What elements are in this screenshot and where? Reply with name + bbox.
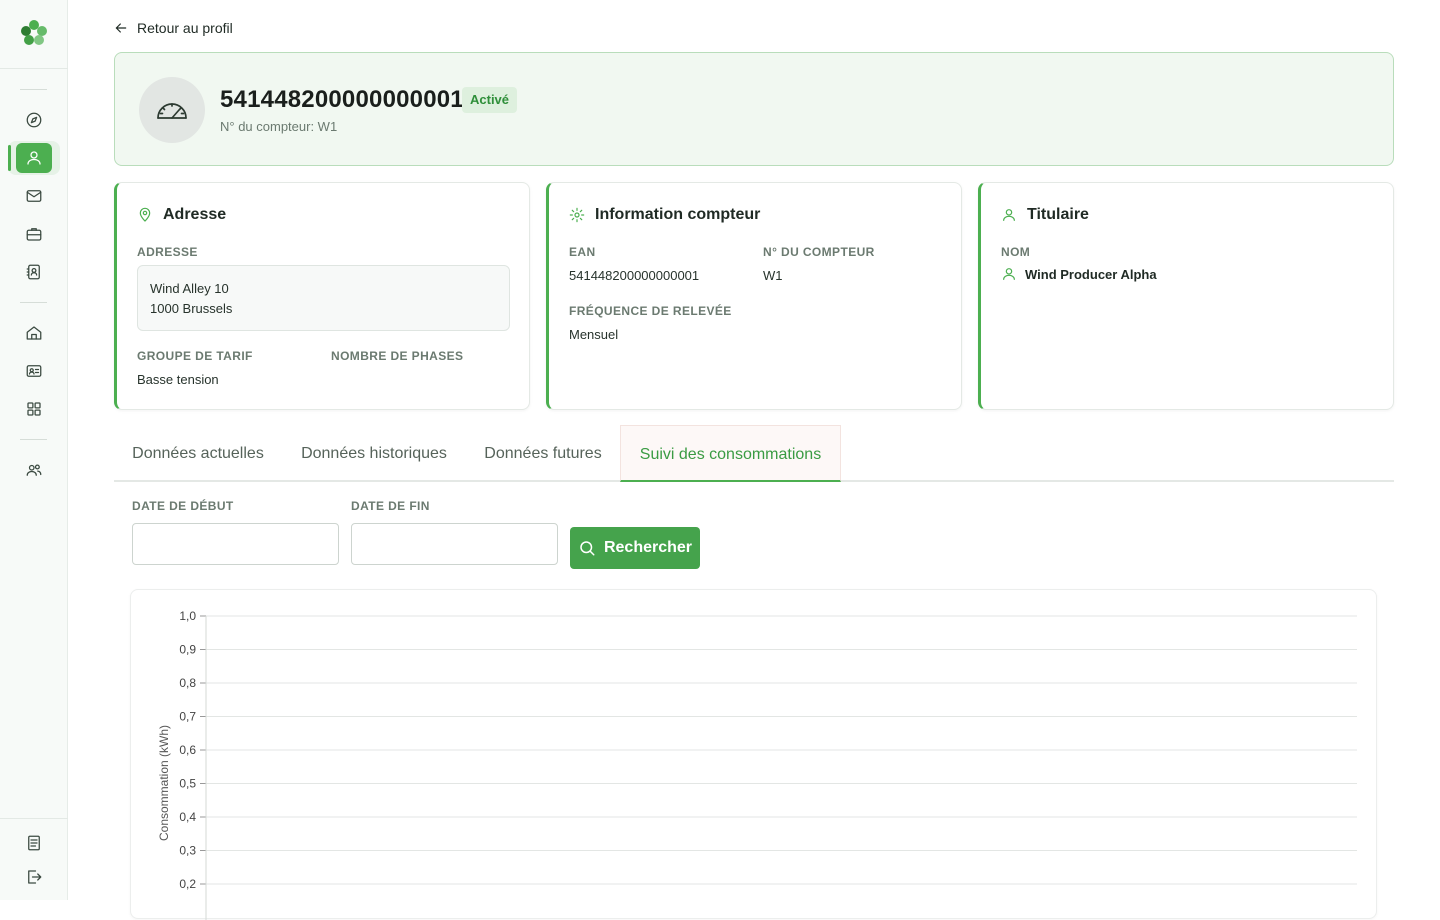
back-link-label: Retour au profil [137,20,233,36]
meter-number-value: W1 [763,268,783,283]
chart-y-tick-label: 0,2 [179,877,196,891]
meter-header-card: 541448200000000001 Activé N° du compteur… [114,52,1394,166]
status-badge: Activé [462,87,518,113]
briefcase-icon [26,228,42,241]
sidebar-item-home[interactable] [16,318,52,348]
id-card-icon [26,365,42,377]
end-date-input[interactable] [351,523,558,565]
ean-value: 541448200000000001 [569,268,700,283]
ean-label: EAN [569,245,596,259]
users-icon [26,464,42,476]
owner-card: Titulaire NOM Wind Producer Alpha [978,182,1394,410]
app-logo-icon[interactable] [20,18,48,48]
user-icon [27,151,41,165]
logout-icon [28,870,42,884]
address-line-2: 1000 Brussels [150,301,233,316]
address-card: Adresse ADRESSE Wind Alley 10 1000 Bruss… [114,182,530,410]
arrow-left-icon [115,23,127,33]
start-date-input[interactable] [132,523,339,565]
sidebar-divider [20,439,47,440]
meter-number-label: N° DU COMPTEUR [763,245,875,259]
mail-icon [26,190,42,202]
address-card-title: Adresse [137,206,226,224]
sidebar-item-team[interactable] [16,455,52,485]
sidebar-item-jobs[interactable] [16,219,52,249]
consumption-chart-svg: 0,2 0,3 0,4 0,5 0,6 0,7 0,8 0,9 1,0 Consommation … [157,609,1357,920]
meter-number-subtitle: N° du compteur: W1 [220,119,338,134]
sidebar-item-contacts[interactable] [16,257,52,287]
sidebar-item-explore[interactable] [16,105,52,135]
meter-avatar [139,77,205,143]
chart-y-tick-label: 0,8 [179,676,196,690]
frequency-value: Mensuel [569,327,619,342]
end-date-label: DATE DE FIN [351,499,430,513]
compass-icon [26,112,42,128]
sidebar-item-logout[interactable] [16,862,52,892]
home-icon [26,326,42,340]
address-label: ADRESSE [137,245,198,259]
sidebar-divider [0,68,68,69]
chart-y-tick-label: 0,6 [179,743,196,757]
chart-y-tick-label: 0,7 [179,710,196,724]
search-button-label: Rechercher [603,539,693,556]
sidebar-item-identity[interactable] [16,356,52,386]
tab-consumption-tracking[interactable]: Suivi des consommations [620,425,841,482]
gauge-icon [157,103,187,119]
consumption-chart: 0,2 0,3 0,4 0,5 0,6 0,7 0,8 0,9 1,0 Consommation … [130,589,1377,920]
document-icon [28,835,40,851]
sidebar-item-profile[interactable] [16,143,52,173]
grid-icon [27,402,41,416]
sidebar-divider [20,302,47,303]
gear-icon [569,207,585,223]
tab-future-data[interactable]: Données futures [466,425,620,482]
owner-name-label: NOM [1001,245,1031,259]
chart-y-tick-label: 0,5 [179,777,196,791]
frequency-label: FRÉQUENCE DE RELEVÉE [569,304,732,318]
search-icon [580,541,595,556]
sidebar-item-apps[interactable] [16,394,52,424]
owner-name: Wind Producer Alpha [1001,266,1157,282]
start-date-label: DATE DE DÉBUT [132,499,234,513]
data-tabs: Données actuelles Données historiques Do… [114,425,1394,482]
sidebar-active-indicator [8,145,11,171]
sidebar-item-documents[interactable] [16,828,52,858]
tariff-group-label: GROUPE DE TARIF [137,349,253,363]
back-to-profile-link[interactable]: Retour au profil [113,20,233,36]
phases-label: NOMBRE DE PHASES [331,349,464,363]
sidebar-item-messages[interactable] [16,181,52,211]
tab-historical-data[interactable]: Données historiques [282,425,466,482]
page-title: 541448200000000001 [220,86,464,113]
meter-info-card: Information compteur EAN 541448200000000… [546,182,962,410]
chart-y-tick-label: 0,4 [179,810,196,824]
address-box: Wind Alley 10 1000 Brussels [137,265,510,331]
address-line-1: Wind Alley 10 [150,281,229,296]
chart-y-tick-label: 0,9 [179,643,196,657]
map-pin-icon [139,207,151,222]
search-button[interactable]: Rechercher [570,527,700,569]
chart-y-tick-label: 0,3 [179,844,196,858]
meter-info-card-title: Information compteur [569,206,760,224]
sidebar [0,0,68,900]
tariff-group-value: Basse tension [137,372,219,387]
contact-book-icon [26,264,40,280]
owner-card-title: Titulaire [1001,206,1089,224]
tab-current-data[interactable]: Données actuelles [114,425,282,482]
sidebar-divider [20,89,47,90]
sidebar-divider [0,818,68,819]
user-icon [1003,268,1015,280]
chart-y-tick-label: 1,0 [179,609,196,623]
user-icon [1003,209,1015,221]
chart-y-axis-label: Consommation (kWh) [157,725,171,841]
